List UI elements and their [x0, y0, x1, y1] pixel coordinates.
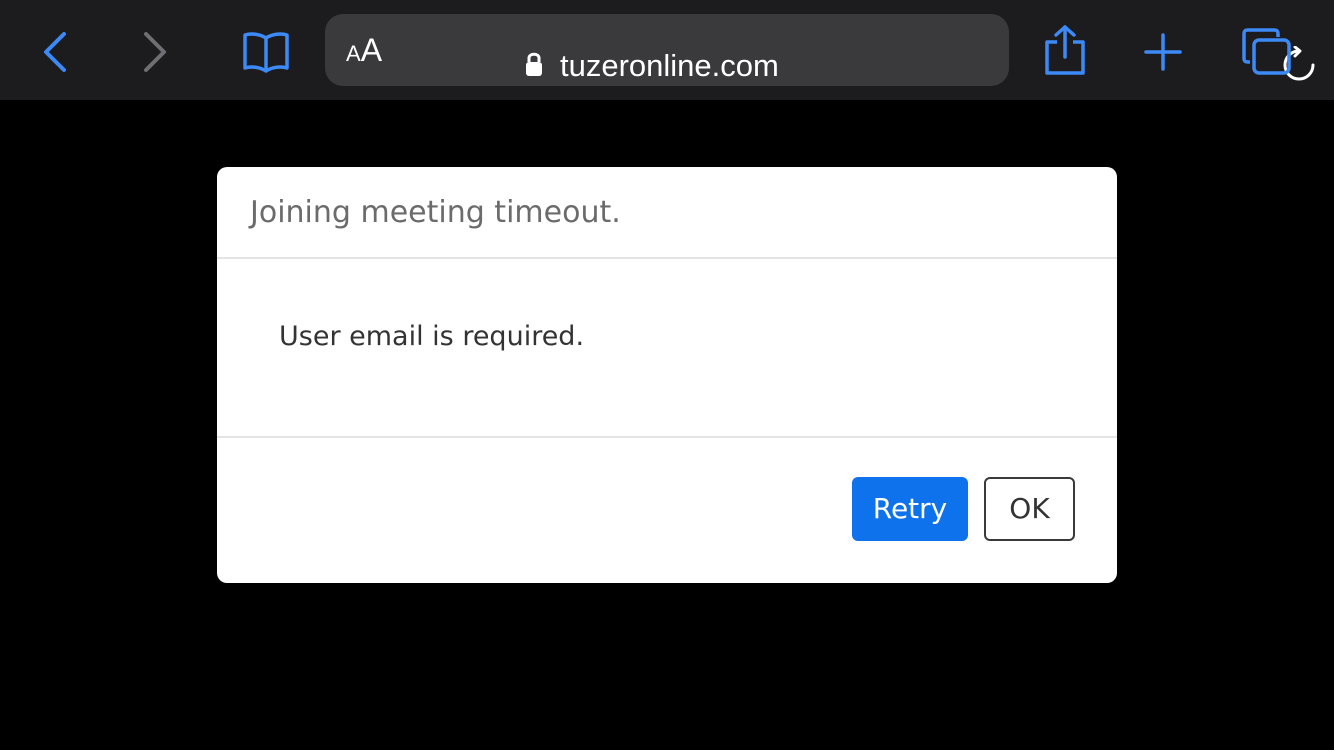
dialog-message: User email is required. [279, 321, 585, 352]
tabs-overview-icon[interactable] [1242, 28, 1292, 76]
address-bar[interactable]: AA tuzeronline.com [325, 14, 1315, 88]
bookmarks-book-icon[interactable] [242, 30, 290, 74]
retry-button[interactable]: Retry [852, 477, 968, 541]
dialog-title: Joining meeting timeout. [250, 195, 621, 230]
ok-button[interactable]: OK [984, 477, 1075, 541]
lock-icon [526, 52, 542, 76]
new-tab-plus-icon[interactable] [1144, 33, 1182, 71]
text-size-button[interactable]: AA [346, 30, 382, 70]
dialog-footer-divider [217, 436, 1117, 438]
share-icon[interactable] [1044, 24, 1086, 76]
dialog-header: Joining meeting timeout. [217, 167, 1117, 259]
text-size-big-glyph: A [360, 32, 383, 68]
browser-toolbar: AA tuzeronline.com [0, 0, 1334, 100]
timeout-dialog: Joining meeting timeout. User email is r… [217, 167, 1117, 583]
forward-chevron-right-icon[interactable] [140, 30, 170, 74]
text-size-small-glyph: A [346, 41, 361, 66]
back-chevron-left-icon[interactable] [40, 30, 70, 74]
url-text[interactable]: tuzeronline.com [560, 44, 779, 88]
